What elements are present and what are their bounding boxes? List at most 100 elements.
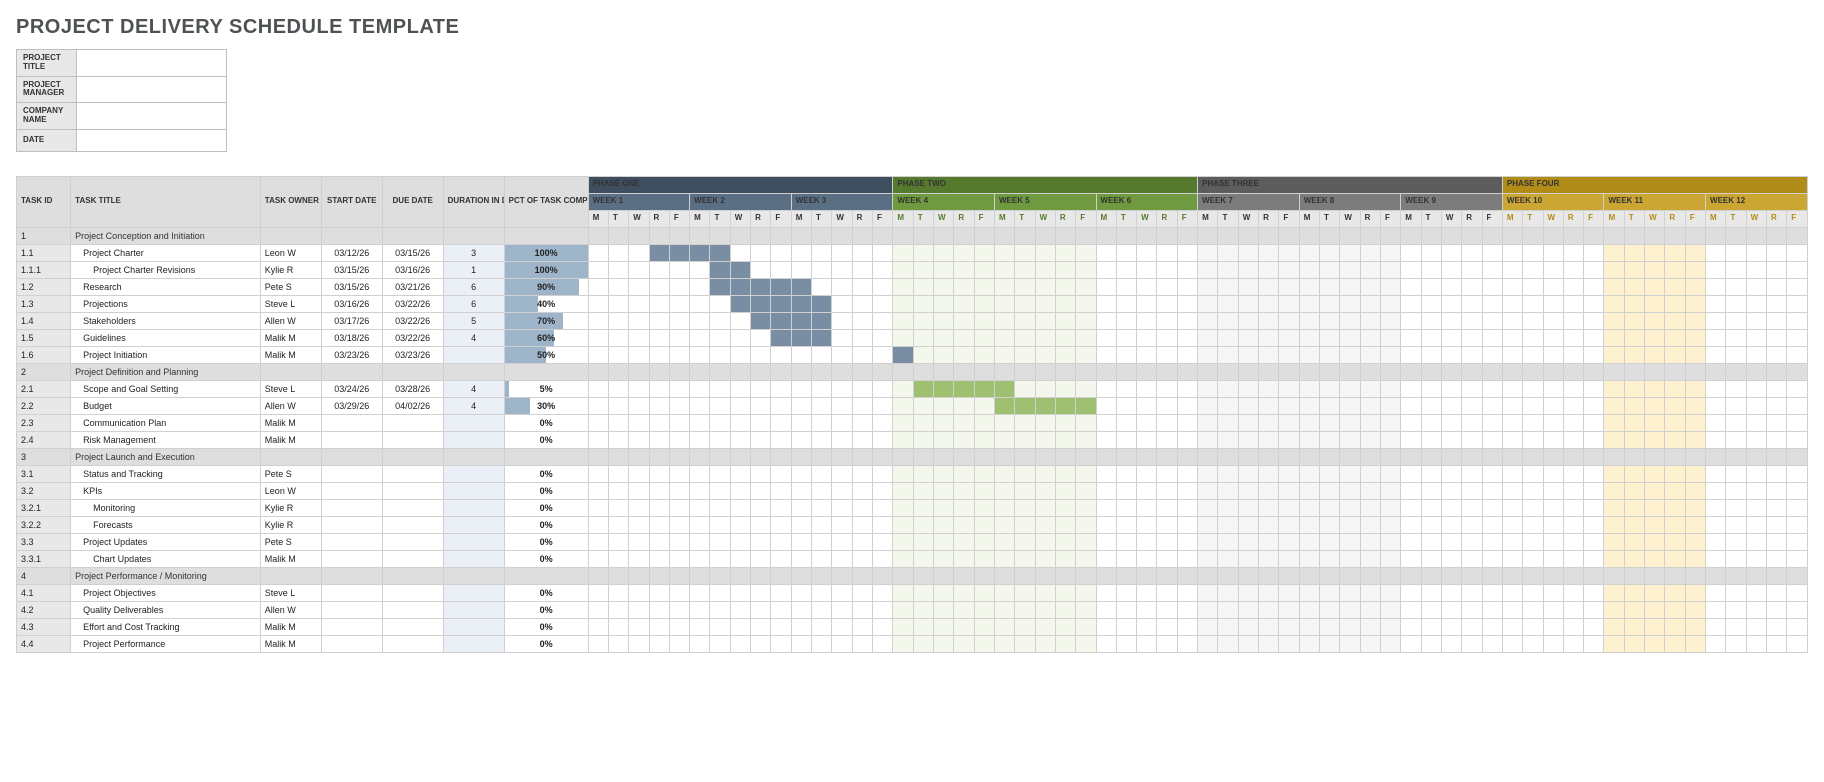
gantt-cell[interactable]: [934, 516, 954, 533]
gantt-cell[interactable]: [1584, 414, 1604, 431]
cell-task-owner[interactable]: Malik M: [260, 346, 321, 363]
gantt-cell[interactable]: [1685, 295, 1705, 312]
cell-due-date[interactable]: [382, 618, 443, 635]
gantt-cell[interactable]: [1299, 618, 1319, 635]
cell-task-id[interactable]: 4.1: [17, 584, 71, 601]
gantt-cell[interactable]: [1685, 244, 1705, 261]
gantt-cell[interactable]: [1096, 499, 1116, 516]
gantt-cell[interactable]: [974, 244, 994, 261]
gantt-cell[interactable]: [1238, 312, 1258, 329]
gantt-cell[interactable]: [1401, 346, 1421, 363]
gantt-cell[interactable]: [1421, 261, 1441, 278]
gantt-cell[interactable]: [1787, 567, 1808, 584]
gantt-cell[interactable]: [1137, 363, 1157, 380]
gantt-cell[interactable]: [649, 278, 669, 295]
gantt-cell[interactable]: [852, 414, 872, 431]
gantt-cell[interactable]: [730, 465, 750, 482]
gantt-cell[interactable]: [1726, 295, 1746, 312]
gantt-cell[interactable]: [1340, 584, 1360, 601]
gantt-cell[interactable]: [1665, 635, 1685, 652]
gantt-cell[interactable]: [832, 499, 852, 516]
gantt-cell[interactable]: [1218, 278, 1238, 295]
gantt-cell[interactable]: [1726, 261, 1746, 278]
gantt-cell[interactable]: [852, 397, 872, 414]
cell-duration[interactable]: [443, 482, 504, 499]
gantt-cell[interactable]: [1076, 601, 1096, 618]
gantt-cell[interactable]: [1076, 533, 1096, 550]
gantt-cell[interactable]: [1787, 618, 1808, 635]
gantt-cell[interactable]: [1238, 363, 1258, 380]
gantt-cell[interactable]: [1279, 635, 1299, 652]
gantt-cell[interactable]: [730, 295, 750, 312]
gantt-cell[interactable]: [1624, 295, 1644, 312]
gantt-cell[interactable]: [1645, 397, 1665, 414]
cell-pct-complete[interactable]: 90%: [504, 278, 588, 295]
gantt-cell[interactable]: [1441, 227, 1461, 244]
cell-duration[interactable]: [443, 584, 504, 601]
gantt-cell[interactable]: [690, 312, 710, 329]
gantt-cell[interactable]: [1035, 312, 1055, 329]
gantt-cell[interactable]: [1462, 550, 1482, 567]
gantt-cell[interactable]: [994, 618, 1014, 635]
gantt-cell[interactable]: [730, 312, 750, 329]
gantt-cell[interactable]: [1401, 533, 1421, 550]
cell-task-id[interactable]: 1.1.1: [17, 261, 71, 278]
gantt-cell[interactable]: [1543, 244, 1563, 261]
cell-start-date[interactable]: [321, 448, 382, 465]
gantt-cell[interactable]: [730, 533, 750, 550]
gantt-cell[interactable]: [588, 567, 608, 584]
gantt-cell[interactable]: [1340, 533, 1360, 550]
gantt-cell[interactable]: [1665, 499, 1685, 516]
gantt-cell[interactable]: [1320, 533, 1340, 550]
gantt-cell[interactable]: [1259, 278, 1279, 295]
gantt-cell[interactable]: [1441, 414, 1461, 431]
cell-pct-complete[interactable]: 0%: [504, 635, 588, 652]
gantt-cell[interactable]: [1584, 482, 1604, 499]
gantt-cell[interactable]: [1401, 618, 1421, 635]
gantt-cell[interactable]: [893, 635, 913, 652]
gantt-cell[interactable]: [1401, 567, 1421, 584]
gantt-cell[interactable]: [1279, 448, 1299, 465]
gantt-cell[interactable]: [710, 550, 730, 567]
gantt-cell[interactable]: [649, 431, 669, 448]
gantt-cell[interactable]: [852, 295, 872, 312]
gantt-cell[interactable]: [710, 635, 730, 652]
gantt-cell[interactable]: [1076, 363, 1096, 380]
gantt-cell[interactable]: [872, 278, 892, 295]
gantt-cell[interactable]: [913, 363, 933, 380]
gantt-cell[interactable]: [872, 550, 892, 567]
gantt-cell[interactable]: [913, 601, 933, 618]
gantt-cell[interactable]: [1238, 346, 1258, 363]
gantt-cell[interactable]: [1279, 278, 1299, 295]
gantt-cell[interactable]: [1055, 329, 1075, 346]
gantt-cell[interactable]: [872, 227, 892, 244]
gantt-cell[interactable]: [1462, 329, 1482, 346]
gantt-cell[interactable]: [669, 567, 689, 584]
gantt-cell[interactable]: [1238, 550, 1258, 567]
gantt-cell[interactable]: [669, 397, 689, 414]
gantt-cell[interactable]: [771, 499, 791, 516]
cell-due-date[interactable]: 03/16/26: [382, 261, 443, 278]
gantt-cell[interactable]: [1543, 329, 1563, 346]
gantt-cell[interactable]: [1787, 380, 1808, 397]
gantt-cell[interactable]: [1218, 397, 1238, 414]
gantt-cell[interactable]: [1055, 431, 1075, 448]
gantt-cell[interactable]: [1604, 397, 1624, 414]
gantt-cell[interactable]: [1360, 380, 1380, 397]
gantt-cell[interactable]: [832, 227, 852, 244]
gantt-cell[interactable]: [1746, 397, 1766, 414]
gantt-cell[interactable]: [812, 533, 832, 550]
gantt-cell[interactable]: [1563, 567, 1583, 584]
gantt-cell[interactable]: [629, 261, 649, 278]
cell-pct-complete[interactable]: 0%: [504, 499, 588, 516]
gantt-cell[interactable]: [1543, 584, 1563, 601]
gantt-cell[interactable]: [1462, 244, 1482, 261]
cell-task-owner[interactable]: Steve L: [260, 380, 321, 397]
gantt-cell[interactable]: [1441, 516, 1461, 533]
gantt-cell[interactable]: [1746, 499, 1766, 516]
gantt-cell[interactable]: [1502, 482, 1522, 499]
gantt-cell[interactable]: [771, 635, 791, 652]
gantt-cell[interactable]: [1157, 414, 1177, 431]
gantt-cell[interactable]: [954, 550, 974, 567]
gantt-cell[interactable]: [1766, 397, 1786, 414]
